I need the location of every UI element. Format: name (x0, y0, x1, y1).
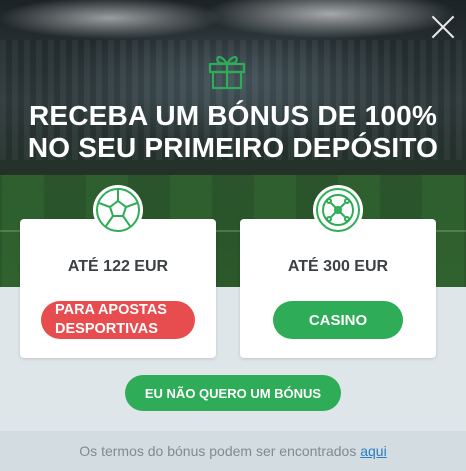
sports-bonus-card: ATÉ 122 EUR PARA APOSTAS DESPORTIVAS (20, 185, 216, 358)
terms-link[interactable]: aqui (360, 443, 386, 459)
gift-icon (208, 56, 246, 90)
headline: RECEBA UM BÓNUS DE 100% NO SEU PRIMEIRO … (0, 100, 466, 164)
sports-button-line2: DESPORTIVAS (55, 321, 158, 337)
sports-button-line1: PARA APOSTAS (55, 302, 167, 318)
casino-bonus-amount: ATÉ 300 EUR (287, 258, 389, 275)
sports-bonus-amount: ATÉ 122 EUR (67, 258, 169, 275)
roulette-icon (313, 185, 363, 235)
headline-line1: RECEBA UM BÓNUS DE 100% (28, 100, 438, 131)
bonus-modal: RECEBA UM BÓNUS DE 100% NO SEU PRIMEIRO … (0, 0, 466, 471)
bonus-terms-footer: Os termos do bónus podem ser encontrados… (0, 431, 466, 471)
casino-button[interactable]: CASINO (273, 301, 403, 339)
sports-betting-button[interactable]: PARA APOSTAS DESPORTIVAS (41, 301, 195, 339)
terms-text: Os termos do bónus podem ser encontrados (79, 443, 357, 459)
casino-bonus-card: ATÉ 300 EUR CASINO (240, 185, 436, 358)
close-icon[interactable] (430, 14, 456, 40)
no-bonus-button[interactable]: EU NÃO QUERO UM BÓNUS (125, 375, 341, 411)
headline-line2: NO SEU PRIMEIRO DEPÓSITO (27, 132, 439, 163)
football-icon (93, 185, 143, 235)
